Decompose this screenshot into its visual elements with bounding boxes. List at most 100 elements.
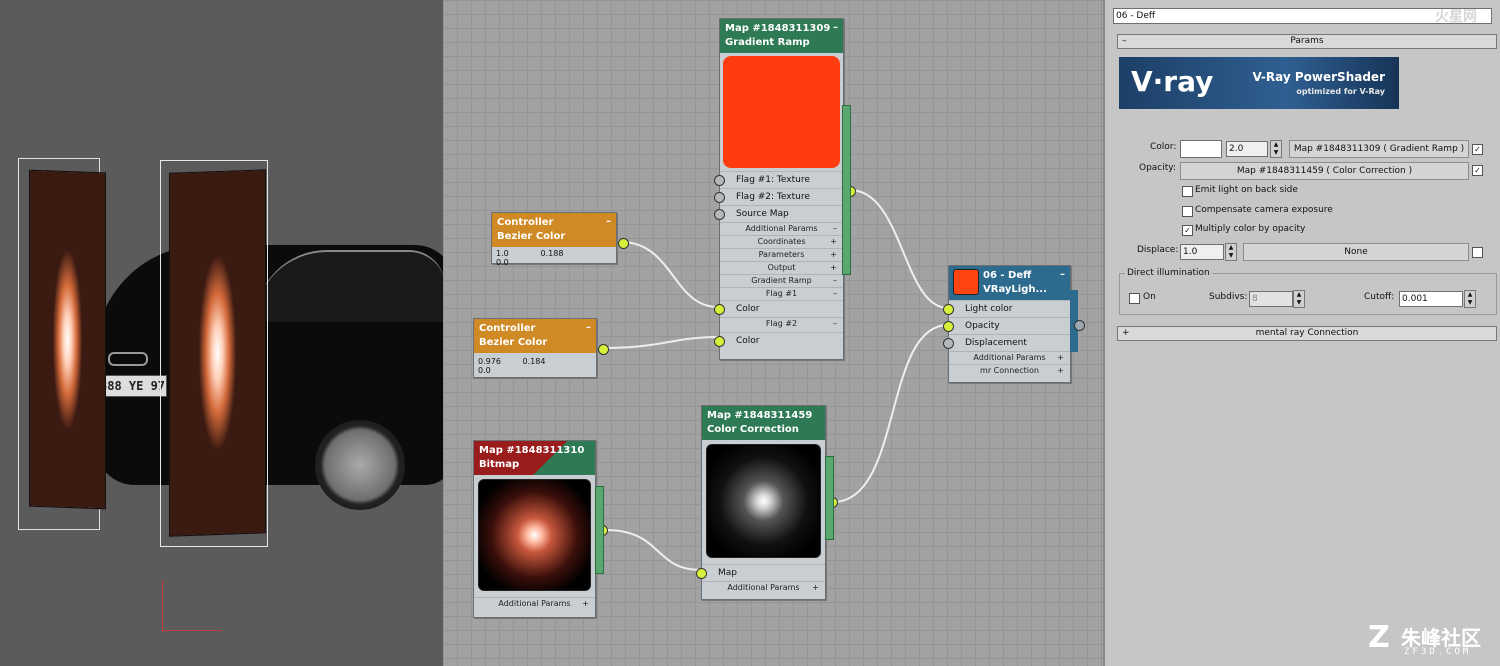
displace-spinner[interactable]: ▲ ▼ [1225,243,1237,261]
car-wheel [315,420,405,510]
gradient-row-color2: Color [714,332,843,349]
vray-logo: V·ray [1131,65,1214,98]
minimize-icon[interactable]: – [586,321,591,335]
watermark-sub: ZF3D.COM [1404,647,1472,657]
vray-output-socket[interactable] [1074,320,1085,331]
node-vray-title2: VRayLigh... [983,284,1047,295]
gradient-scrollbar[interactable] [842,105,851,275]
color-swatch[interactable] [1180,140,1222,158]
node-bezier-color-1[interactable]: Controller Bezier Color – 1.0 0.188 0.0 [491,212,629,267]
vray-row-opacity: Opacity [943,317,1070,334]
bezier1-b-spinner[interactable]: 0.0 [496,258,526,267]
minimize-icon[interactable]: – [1060,268,1065,282]
gradient-sub-coordinates[interactable]: Coordinates + [720,235,843,248]
vray-subtitle: optimized for V-Ray [1296,87,1385,96]
colorcorr-scrollbar[interactable] [825,456,834,540]
color-map-checkbox[interactable]: ✓ [1472,144,1483,155]
cutoff-label: Cutoff: [1364,292,1395,302]
emit-back-checkbox[interactable] [1182,186,1193,197]
node-vray-light-mtl[interactable]: 06 - Deff VRayLigh... – Light color Opac… [943,265,1071,383]
compensate-checkbox[interactable] [1182,206,1193,217]
viewport[interactable]: 388 YE 97 [0,0,443,666]
color-mult-spinner[interactable]: ▲ ▼ [1270,140,1282,158]
node-colorcorr-title2: Color Correction [707,424,799,435]
mental-ray-rollout[interactable]: + mental ray Connection [1117,326,1497,341]
input-socket[interactable] [714,175,725,186]
subdivs-field[interactable]: 8 [1249,291,1293,307]
bezier1-r-spinner[interactable]: 1.0 [496,249,538,258]
node-bezier1-title2: Bezier Color [497,231,566,242]
gradient-row-flag1: Flag #1: Texture [714,171,843,188]
node-colorcorr-header[interactable]: Map #1848311459 Color Correction [702,406,825,440]
top-watermark: 火星网 [1435,9,1477,25]
gradient-sub-output[interactable]: Output + [720,261,843,274]
input-socket[interactable] [943,321,954,332]
minimize-icon[interactable]: – [606,215,611,229]
node-bitmap-header[interactable]: Map #1848311310 Bitmap [474,441,595,475]
node-gradient-header[interactable]: Map #1848311309 Gradient Ramp – [720,19,843,53]
cutoff-spinner[interactable]: ▲ ▼ [1464,290,1476,308]
input-socket[interactable] [714,192,725,203]
node-bitmap-title1: Map #1848311310 [479,445,585,456]
flare-panel-left [30,170,105,509]
gradient-sub-additional[interactable]: Additional Params – [720,222,843,235]
input-socket[interactable] [696,568,707,579]
wire-bezier1-color1 [620,241,719,308]
node-vray-header[interactable]: 06 - Deff VRayLigh... – [949,266,1070,300]
node-bezier1-header[interactable]: Controller Bezier Color – [492,213,616,247]
node-bezier2-title1: Controller [479,323,536,334]
colorcorr-sub-additional[interactable]: Additional Params + [702,581,825,594]
output-socket[interactable] [598,344,609,355]
zf3d-watermark: Z 朱峰社区 ZF3D.COM [1368,618,1496,662]
vray-sub-additional[interactable]: Additional Params + [949,351,1070,364]
bitmap-scrollbar[interactable] [595,486,604,574]
vray-sub-mr[interactable]: mr Connection + [949,364,1070,377]
input-socket[interactable] [714,336,725,347]
wire-bitmap-map [604,529,702,571]
displace-checkbox[interactable] [1472,247,1483,258]
gradient-sub-ramp[interactable]: Gradient Ramp – [720,274,843,287]
wire-colorcorr-opacity [832,324,949,503]
gradient-sub-parameters[interactable]: Parameters + [720,248,843,261]
minimize-icon[interactable]: – [833,21,838,35]
input-socket[interactable] [714,304,725,315]
input-socket[interactable] [714,209,725,220]
opacity-map-checkbox[interactable]: ✓ [1472,165,1483,176]
color-multiplier[interactable]: 2.0 [1226,141,1268,157]
node-gradient-ramp[interactable]: Map #1848311309 Gradient Ramp – Flag #1:… [714,18,856,360]
direct-on-checkbox[interactable] [1129,293,1140,304]
displace-field[interactable]: 1.0 [1180,244,1224,260]
gradient-sub-flag1[interactable]: Flag #1– [720,287,843,300]
vray-title: V-Ray PowerShader [1252,70,1385,84]
bezier2-b-spinner[interactable]: 0.0 [478,366,506,375]
car-logo [108,352,148,366]
gradient-preview-swatch [723,56,840,168]
bitmap-sub-additional[interactable]: Additional Params + [474,597,595,610]
node-color-correction[interactable]: Map #1848311459 Color Correction Map Add… [696,405,838,600]
cutoff-field[interactable]: 0.001 [1399,291,1463,307]
bezier1-g-spinner[interactable]: 0.188 [541,249,583,258]
node-vray-title1: 06 - Deff [983,270,1032,281]
opacity-map-button[interactable]: Map #1848311459 ( Color Correction ) [1180,162,1469,180]
input-socket[interactable] [943,304,954,315]
vray-mtl-swatch [953,269,979,295]
color-map-button[interactable]: Map #1848311309 ( Gradient Ramp ) [1289,140,1469,158]
node-bitmap[interactable]: Map #1848311310 Bitmap Additional Params… [473,440,608,618]
multiply-checkbox[interactable]: ✓ [1182,225,1193,236]
node-bezier-color-2[interactable]: Controller Bezier Color – 0.976 0.184 0.… [473,318,609,378]
bezier2-r-spinner[interactable]: 0.976 [478,357,520,366]
subdivs-spinner[interactable]: ▲ ▼ [1293,290,1305,308]
node-bezier2-header[interactable]: Controller Bezier Color – [474,319,596,353]
gradient-sub-flag2[interactable]: Flag #2– [720,317,843,332]
displace-map-button[interactable]: None [1243,243,1469,261]
output-socket[interactable] [618,238,629,249]
input-socket[interactable] [943,338,954,349]
opacity-label: Opacity: [1139,163,1176,173]
wire-bezier2-color2 [602,336,719,349]
node-bitmap-title2: Bitmap [479,459,520,470]
node-bezier1-title1: Controller [497,217,554,228]
node-gradient-title1: Map #1848311309 [725,23,831,34]
bezier2-g-spinner[interactable]: 0.184 [523,357,565,366]
params-rollout[interactable]: – Params [1117,34,1497,49]
slate-node-editor[interactable]: Map #1848311309 Gradient Ramp – Flag #1:… [443,0,1103,666]
